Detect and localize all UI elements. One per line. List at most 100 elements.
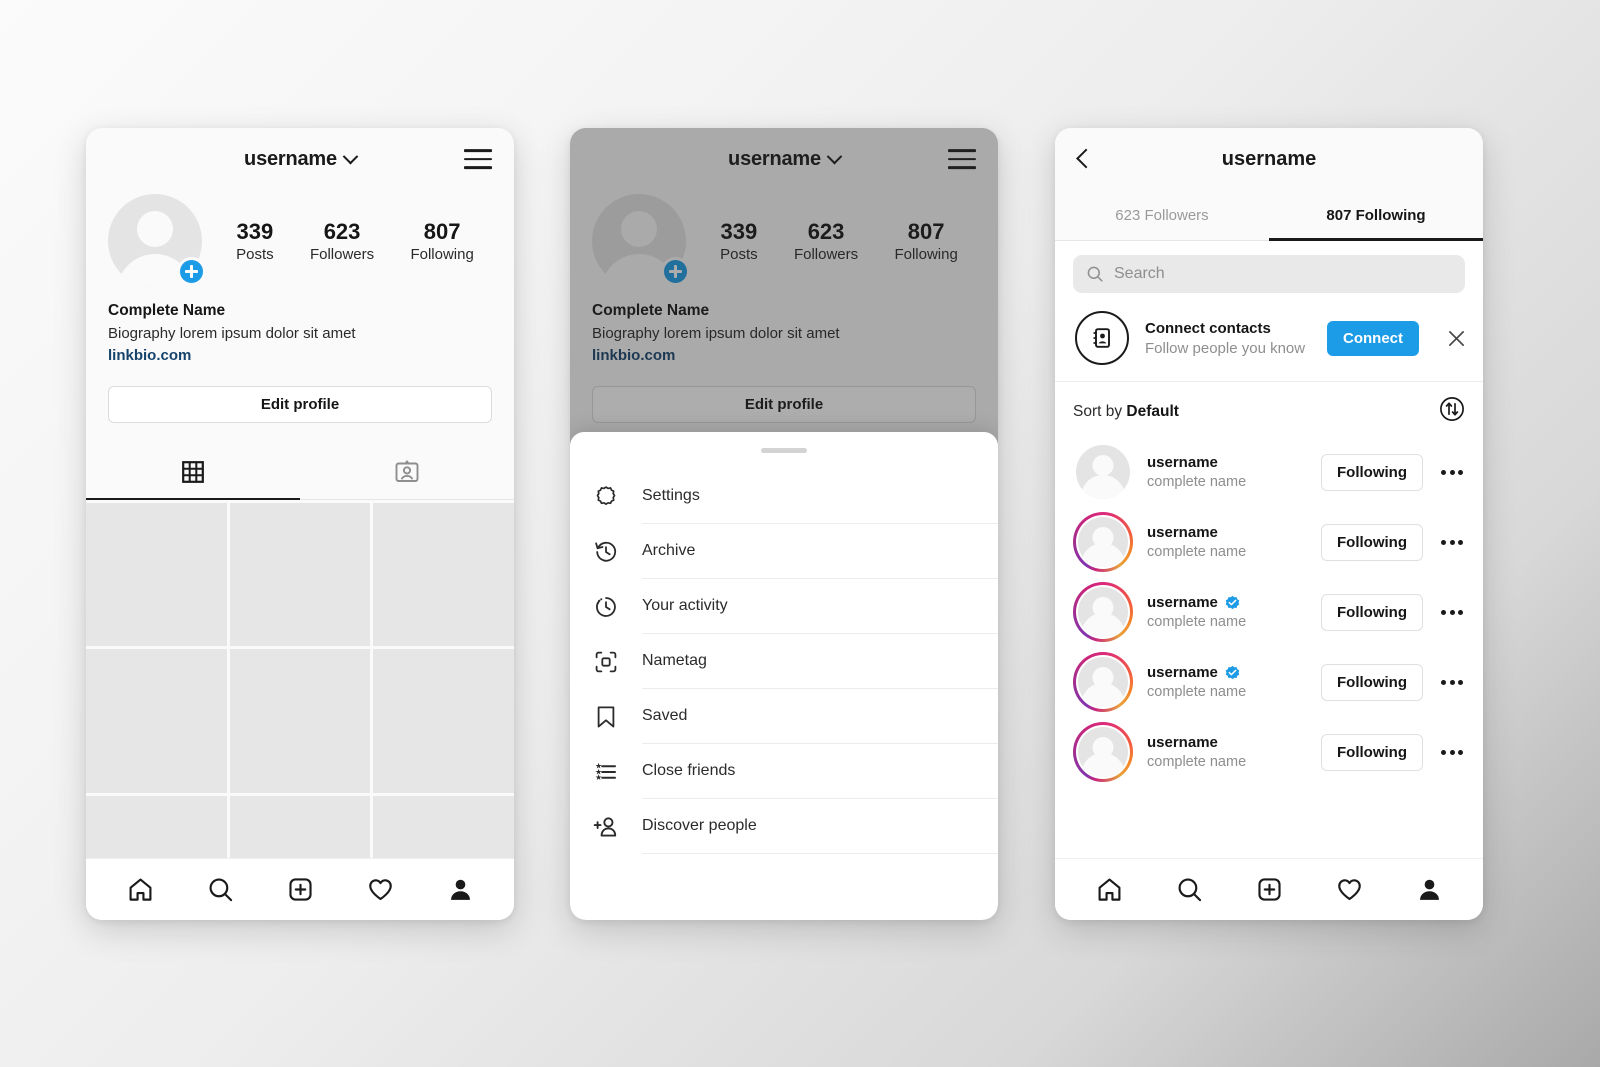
menu-item-close-friends[interactable]: ★ ★ ★ Close friends	[570, 744, 998, 799]
menu-item-discover-people[interactable]: Discover people	[570, 799, 998, 854]
nav-search[interactable]	[1176, 876, 1203, 903]
avatar-with-story-ring[interactable]	[1073, 652, 1133, 712]
nav-activity[interactable]	[1336, 876, 1363, 903]
user-meta: username complete name	[1147, 664, 1307, 700]
more-options-button[interactable]	[1437, 609, 1467, 615]
more-options-button[interactable]	[1437, 749, 1467, 755]
username-label: username	[244, 147, 337, 170]
user-meta: username complete name	[1147, 594, 1307, 630]
following-button[interactable]: Following	[1321, 593, 1423, 631]
sheet-drag-handle[interactable]	[761, 448, 807, 453]
list-item[interactable]: username complete name Following	[1055, 647, 1483, 717]
stat-value: 807	[423, 218, 461, 244]
avatar-with-story-ring[interactable]	[1073, 512, 1133, 572]
list-item[interactable]: username complete name Following	[1055, 507, 1483, 577]
nav-create[interactable]	[287, 876, 314, 903]
stat-label: Followers	[309, 246, 375, 264]
your-activity-icon	[592, 593, 620, 621]
stat-label: Following	[410, 246, 474, 264]
full-name: Complete Name	[108, 302, 226, 319]
nametag-icon	[592, 648, 620, 676]
tagged-person-icon	[395, 460, 419, 482]
sort-label[interactable]: Sort by Default	[1073, 403, 1179, 421]
edit-profile-button[interactable]: Edit profile	[108, 386, 492, 423]
following-button[interactable]: Following	[1321, 523, 1423, 561]
verified-badge-icon	[1225, 595, 1240, 610]
list-item[interactable]: username complete name Following	[1055, 717, 1483, 787]
search-icon	[209, 878, 232, 902]
add-post-icon	[1257, 878, 1281, 901]
avatar-with-story-ring[interactable]	[1073, 722, 1133, 782]
menu-item-saved[interactable]: Saved	[570, 689, 998, 744]
username-text: username	[1147, 594, 1218, 611]
nav-home[interactable]	[1096, 876, 1123, 903]
nav-profile[interactable]	[1416, 876, 1443, 903]
username-text: username	[1147, 664, 1218, 681]
menu-item-archive[interactable]: Archive	[570, 524, 998, 579]
grid-icon	[182, 461, 204, 483]
list-item[interactable]: username complete name Following	[1055, 577, 1483, 647]
search-placeholder: Search	[1114, 265, 1165, 282]
menu-item-label: Saved	[642, 689, 998, 744]
stat-posts[interactable]: 339 Posts	[236, 219, 274, 263]
more-options-button[interactable]	[1437, 469, 1467, 475]
nav-create[interactable]	[1256, 876, 1283, 903]
more-options-button[interactable]	[1437, 679, 1467, 685]
tab-followers[interactable]: 623 Followers	[1055, 190, 1269, 240]
following-header: username	[1055, 128, 1483, 190]
heart-icon	[1337, 879, 1361, 901]
avatar-with-story-ring[interactable]	[1073, 582, 1133, 642]
post-thumbnail[interactable]	[86, 503, 227, 647]
menu-item-settings[interactable]: Settings	[570, 469, 998, 524]
connect-button[interactable]: Connect	[1327, 320, 1419, 356]
post-thumbnail[interactable]	[373, 649, 514, 793]
sort-button[interactable]	[1439, 396, 1465, 427]
nav-activity[interactable]	[367, 876, 394, 903]
connect-contacts-text: Connect contacts Follow people you know	[1145, 320, 1311, 357]
avatar[interactable]	[1073, 442, 1133, 502]
nav-search[interactable]	[207, 876, 234, 903]
tab-following[interactable]: 807 Following	[1269, 190, 1483, 241]
stat-followers[interactable]: 623 Followers	[310, 219, 374, 263]
sort-prefix: Sort by	[1073, 402, 1127, 420]
user-meta: username complete name	[1147, 734, 1307, 770]
connect-subtitle: Follow people you know	[1145, 339, 1306, 357]
post-thumbnail[interactable]	[373, 503, 514, 647]
post-thumbnail[interactable]	[229, 503, 371, 647]
search-icon	[1178, 878, 1201, 902]
bottom-navigation-bar	[86, 858, 514, 920]
nav-home[interactable]	[127, 876, 154, 903]
user-username: username	[1147, 734, 1307, 751]
bio-link[interactable]: linkbio.com	[108, 347, 492, 364]
biography-text: Biography lorem ipsum dolor sit amet	[108, 325, 356, 342]
nav-profile[interactable]	[447, 876, 474, 903]
avatar[interactable]	[108, 194, 206, 288]
search-input[interactable]: Search	[1073, 255, 1465, 293]
more-options-button[interactable]	[1437, 539, 1467, 545]
connect-title: Connect contacts	[1145, 319, 1271, 337]
profile-icon	[450, 879, 470, 900]
post-thumbnail[interactable]	[229, 649, 371, 793]
tab-grid[interactable]	[86, 445, 300, 500]
add-story-plus-icon[interactable]	[177, 257, 206, 286]
following-button[interactable]: Following	[1321, 453, 1423, 491]
add-post-icon	[288, 878, 312, 901]
hamburger-menu-button[interactable]	[464, 149, 492, 169]
following-button[interactable]: Following	[1321, 733, 1423, 771]
phone-screen-menu: username 339 Posts 623 Followers 807 Fol…	[570, 128, 998, 920]
followers-following-tabs: 623 Followers 807 Following	[1055, 190, 1483, 241]
dismiss-banner-button[interactable]	[1445, 329, 1467, 348]
following-button[interactable]: Following	[1321, 663, 1423, 701]
tab-tagged[interactable]	[300, 445, 514, 499]
back-button[interactable]	[1076, 148, 1096, 169]
post-thumbnail[interactable]	[86, 649, 227, 793]
menu-item-nametag[interactable]: Nametag	[570, 634, 998, 689]
stat-following[interactable]: 807 Following	[410, 219, 473, 263]
home-icon	[129, 878, 151, 901]
username-text: username	[1147, 524, 1218, 541]
menu-bottom-sheet: Settings Archive Your activity Nametag S…	[570, 432, 998, 920]
list-item[interactable]: username complete name Following	[1055, 437, 1483, 507]
user-fullname: complete name	[1147, 544, 1247, 560]
menu-item-your-activity[interactable]: Your activity	[570, 579, 998, 634]
username-dropdown[interactable]: username	[244, 147, 359, 171]
